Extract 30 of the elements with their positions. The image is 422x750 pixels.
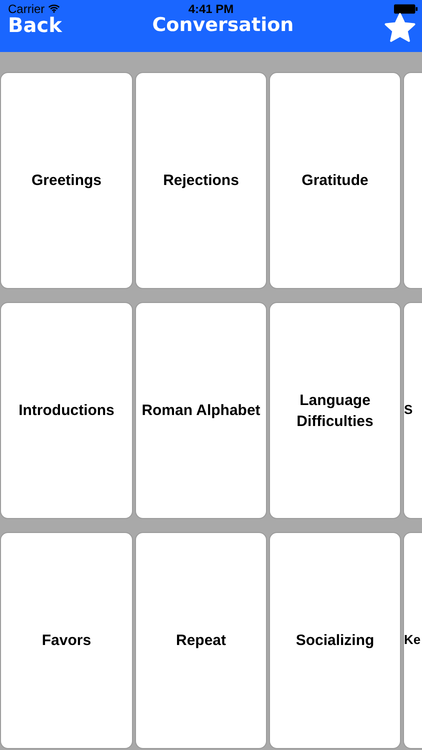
topic-card[interactable]: Ke xyxy=(403,532,422,749)
card-label: Socializing xyxy=(296,631,374,651)
back-button[interactable]: Back xyxy=(8,13,62,37)
topic-card[interactable]: Introductions xyxy=(0,302,133,519)
time-label: 4:41 PM xyxy=(188,2,234,16)
topic-card[interactable]: Socializing xyxy=(269,532,401,749)
topic-card[interactable]: Greetings xyxy=(0,72,133,289)
card-label: Language Difficulties xyxy=(296,390,374,432)
topic-card[interactable]: Roman Alphabet xyxy=(135,302,267,519)
wifi-icon xyxy=(48,4,60,13)
topic-card[interactable] xyxy=(403,72,422,289)
screen-title: Conversation xyxy=(152,14,294,36)
carrier-label: Carrier xyxy=(8,2,45,16)
card-label: Introductions xyxy=(18,401,114,421)
card-label: Rejections xyxy=(163,171,239,191)
topic-card[interactable]: Rejections xyxy=(135,72,267,289)
card-label: Repeat xyxy=(176,631,226,651)
topic-card[interactable]: Repeat xyxy=(135,532,267,749)
card-label: Greetings xyxy=(31,171,102,191)
topic-card[interactable]: Language Difficulties xyxy=(269,302,401,519)
battery-icon xyxy=(394,4,418,14)
card-label: S xyxy=(404,401,413,420)
card-label: Roman Alphabet xyxy=(142,401,260,421)
topic-card[interactable]: S xyxy=(403,302,422,519)
topic-card[interactable]: Gratitude xyxy=(269,72,401,289)
star-icon[interactable] xyxy=(384,12,416,44)
card-label: Favors xyxy=(42,631,92,651)
card-label: Ke xyxy=(404,631,421,650)
card-label: Gratitude xyxy=(302,171,368,191)
topic-card[interactable]: Favors xyxy=(0,532,133,749)
